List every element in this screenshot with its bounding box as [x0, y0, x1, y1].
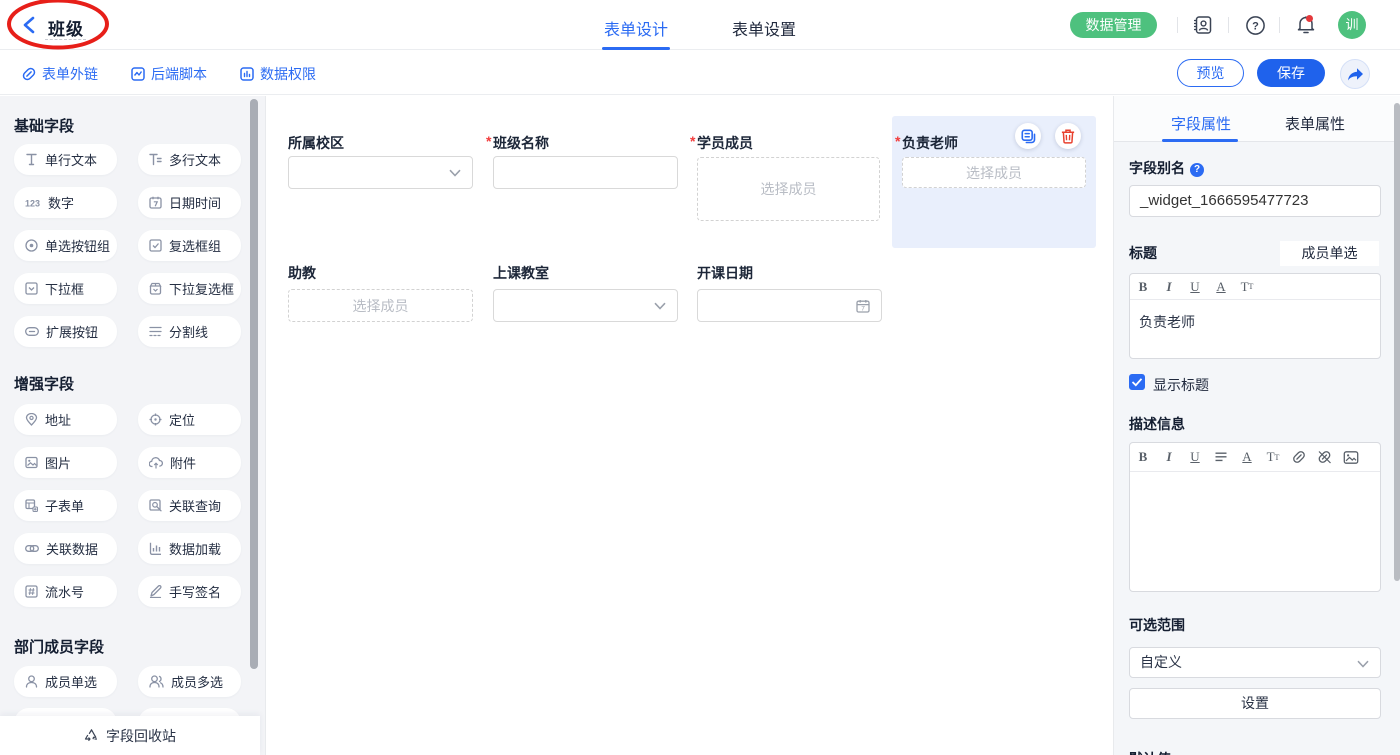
- svg-text:123: 123: [25, 198, 40, 208]
- svg-text:?: ?: [1252, 21, 1259, 33]
- svg-text:7: 7: [861, 305, 865, 312]
